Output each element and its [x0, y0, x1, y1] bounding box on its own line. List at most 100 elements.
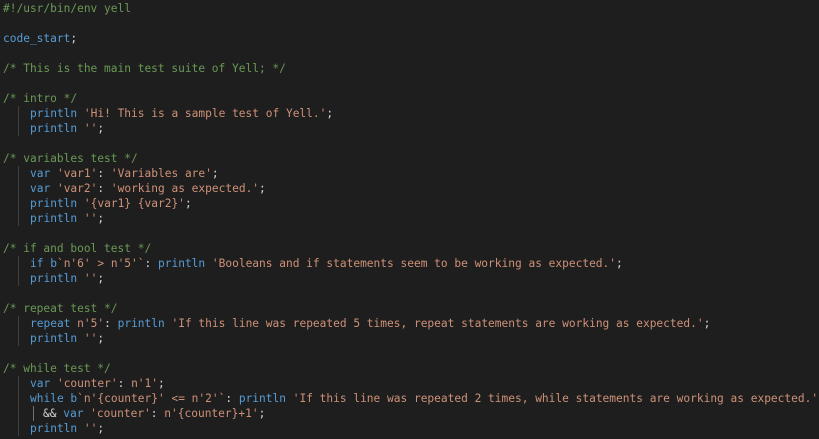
code-line[interactable]: println '';	[0, 331, 819, 346]
code-token: &&	[43, 407, 64, 420]
code-line[interactable]	[0, 16, 819, 31]
code-token: ''	[83, 122, 98, 135]
code-token: :	[144, 257, 158, 270]
code-token: 'Variables are'	[110, 167, 212, 180]
code-line[interactable]: var 'var1': 'Variables are';	[0, 166, 819, 181]
code-token: ;	[258, 407, 266, 420]
code-token: ''	[83, 272, 98, 285]
code-line[interactable]: /* while test */	[0, 361, 819, 376]
code-line[interactable]	[0, 286, 819, 301]
code-token: println	[158, 257, 212, 270]
code-token: if b	[30, 257, 57, 270]
code-line[interactable]	[0, 136, 819, 151]
code-line[interactable]: if b`n'6' > n'5'`: println 'Booleans and…	[0, 256, 819, 271]
code-token: println	[30, 212, 84, 225]
code-token: ;	[97, 332, 105, 345]
indent-guide	[18, 391, 19, 406]
code-token: n'1'	[131, 377, 159, 390]
indent-guide	[33, 406, 34, 421]
code-token: code_start	[3, 32, 71, 45]
code-token: println	[30, 332, 84, 345]
code-token: repeat	[30, 317, 78, 330]
code-line[interactable]: while b`n'{counter}' <= n'2'`: println '…	[0, 391, 819, 406]
code-token: ;	[703, 317, 711, 330]
code-line[interactable]: println '';	[0, 421, 819, 436]
code-token: n'5'	[77, 317, 105, 330]
code-token: println	[30, 197, 84, 210]
code-token: /* while test */	[3, 362, 111, 375]
code-token: 'counter'	[56, 377, 118, 390]
code-token: ''	[83, 332, 98, 345]
indent-guide	[18, 196, 19, 211]
code-token: :	[150, 407, 165, 420]
indent-guide	[18, 376, 19, 391]
code-line[interactable]: repeat n'5': println 'If this line was r…	[0, 316, 819, 331]
code-line[interactable]: /* intro */	[0, 91, 819, 106]
code-token: ;	[211, 167, 219, 180]
code-line[interactable]: /* This is the main test suite of Yell; …	[0, 61, 819, 76]
code-token: :	[97, 182, 111, 195]
indent-guide	[18, 211, 19, 226]
code-line[interactable]: /* variables test */	[0, 151, 819, 166]
code-token: ;	[70, 32, 78, 45]
code-token: println	[30, 122, 84, 135]
indent-guide	[18, 271, 19, 286]
code-line[interactable]: var 'var2': 'working as expected.';	[0, 181, 819, 196]
code-line[interactable]	[0, 346, 819, 361]
indent-guide	[18, 166, 19, 181]
code-token: :	[97, 167, 111, 180]
indent-guide	[18, 316, 19, 331]
code-token: println	[30, 422, 84, 435]
code-token: 'var2'	[56, 182, 98, 195]
code-token: 'If this line was repeated 2 times, whil…	[292, 392, 819, 405]
code-token: /* variables test */	[3, 152, 138, 165]
code-line[interactable]: code_start;	[0, 31, 819, 46]
code-token: ;	[97, 122, 105, 135]
code-line[interactable]: /* repeat test */	[0, 301, 819, 316]
code-token: '{var1} {var2}'	[83, 197, 185, 210]
code-token: var	[30, 377, 57, 390]
code-token: ;	[97, 422, 105, 435]
code-token: var	[30, 182, 57, 195]
code-line[interactable]: println '';	[0, 211, 819, 226]
code-token: 'Booleans and if statements seem to be w…	[211, 257, 617, 270]
code-token: ;	[184, 197, 192, 210]
code-token: ;	[259, 182, 266, 195]
indent-guide	[18, 406, 19, 421]
code-token: 'var1'	[56, 167, 98, 180]
code-line[interactable]	[0, 226, 819, 241]
code-editor[interactable]: #!/usr/bin/env yell code_start; /* This …	[0, 0, 819, 439]
code-line[interactable]	[0, 46, 819, 61]
code-token: ;	[97, 212, 105, 225]
code-token: 'If this line was repeated 5 times, repe…	[171, 317, 704, 330]
code-line[interactable]: println '';	[0, 271, 819, 286]
code-line[interactable]: var 'counter': n'1';	[0, 376, 819, 391]
code-token: var	[63, 407, 91, 420]
code-token: ;	[616, 257, 623, 270]
indent-guide	[18, 256, 19, 271]
code-token: while b	[30, 392, 78, 405]
code-token: 'working as expected.'	[110, 182, 260, 195]
code-token: println	[238, 392, 293, 405]
code-token: ;	[326, 107, 334, 120]
code-line[interactable]: && var 'counter': n'{counter}+1';	[0, 406, 819, 421]
code-token: :	[104, 317, 118, 330]
code-token: :	[225, 392, 239, 405]
indent-guide	[18, 421, 19, 436]
code-line[interactable]: println '{var1} {var2}';	[0, 196, 819, 211]
code-line[interactable]: #!/usr/bin/env yell	[0, 1, 819, 16]
code-token: :	[117, 377, 132, 390]
indent-guide	[18, 181, 19, 196]
code-line[interactable]: /* if and bool test */	[0, 241, 819, 256]
indent-guide	[18, 331, 19, 346]
code-line[interactable]	[0, 76, 819, 91]
code-token: `n'6' > n'5'`	[56, 257, 145, 270]
code-line[interactable]: println '';	[0, 121, 819, 136]
code-token: println	[30, 107, 84, 120]
code-token: ''	[83, 422, 98, 435]
code-token: /* This is the main test suite of Yell; …	[3, 62, 286, 75]
code-token: var	[30, 167, 57, 180]
code-token: /* intro */	[3, 92, 78, 105]
code-token: 'counter'	[90, 407, 151, 420]
code-line[interactable]: println 'Hi! This is a sample test of Ye…	[0, 106, 819, 121]
